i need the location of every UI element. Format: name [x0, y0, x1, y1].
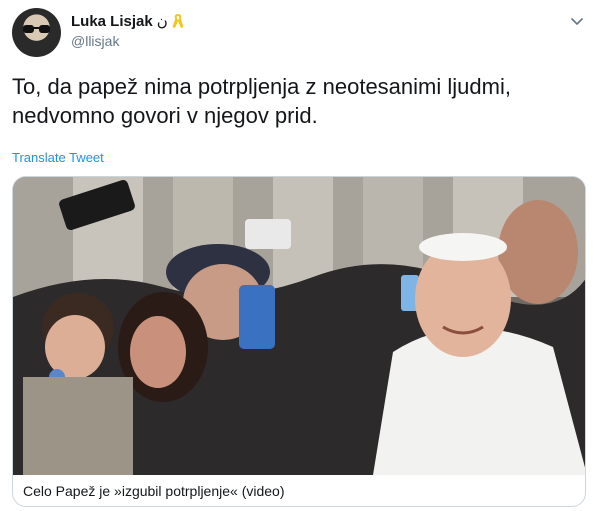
card-caption: Celo Papež je »izgubil potrpljenje« (vid…: [23, 483, 285, 499]
card-photo: [13, 177, 585, 475]
link-card[interactable]: Celo Papež je »izgubil potrpljenje« (vid…: [12, 176, 586, 507]
display-name-text: Luka Lisjak: [71, 12, 153, 30]
translate-tweet-link[interactable]: Translate Tweet: [12, 150, 104, 165]
sunglasses-icon: [23, 25, 50, 33]
user-handle[interactable]: @llisjak: [71, 33, 119, 49]
avatar[interactable]: [12, 8, 61, 57]
chevron-down-icon[interactable]: [570, 14, 584, 28]
tweet-text: To, da papež nima potrpljenja z neotesan…: [12, 74, 511, 128]
user-display-name[interactable]: Luka Lisjak ن: [71, 12, 184, 30]
name-suffix: ن: [156, 13, 168, 30]
yellow-ribbon-icon: [172, 14, 184, 28]
